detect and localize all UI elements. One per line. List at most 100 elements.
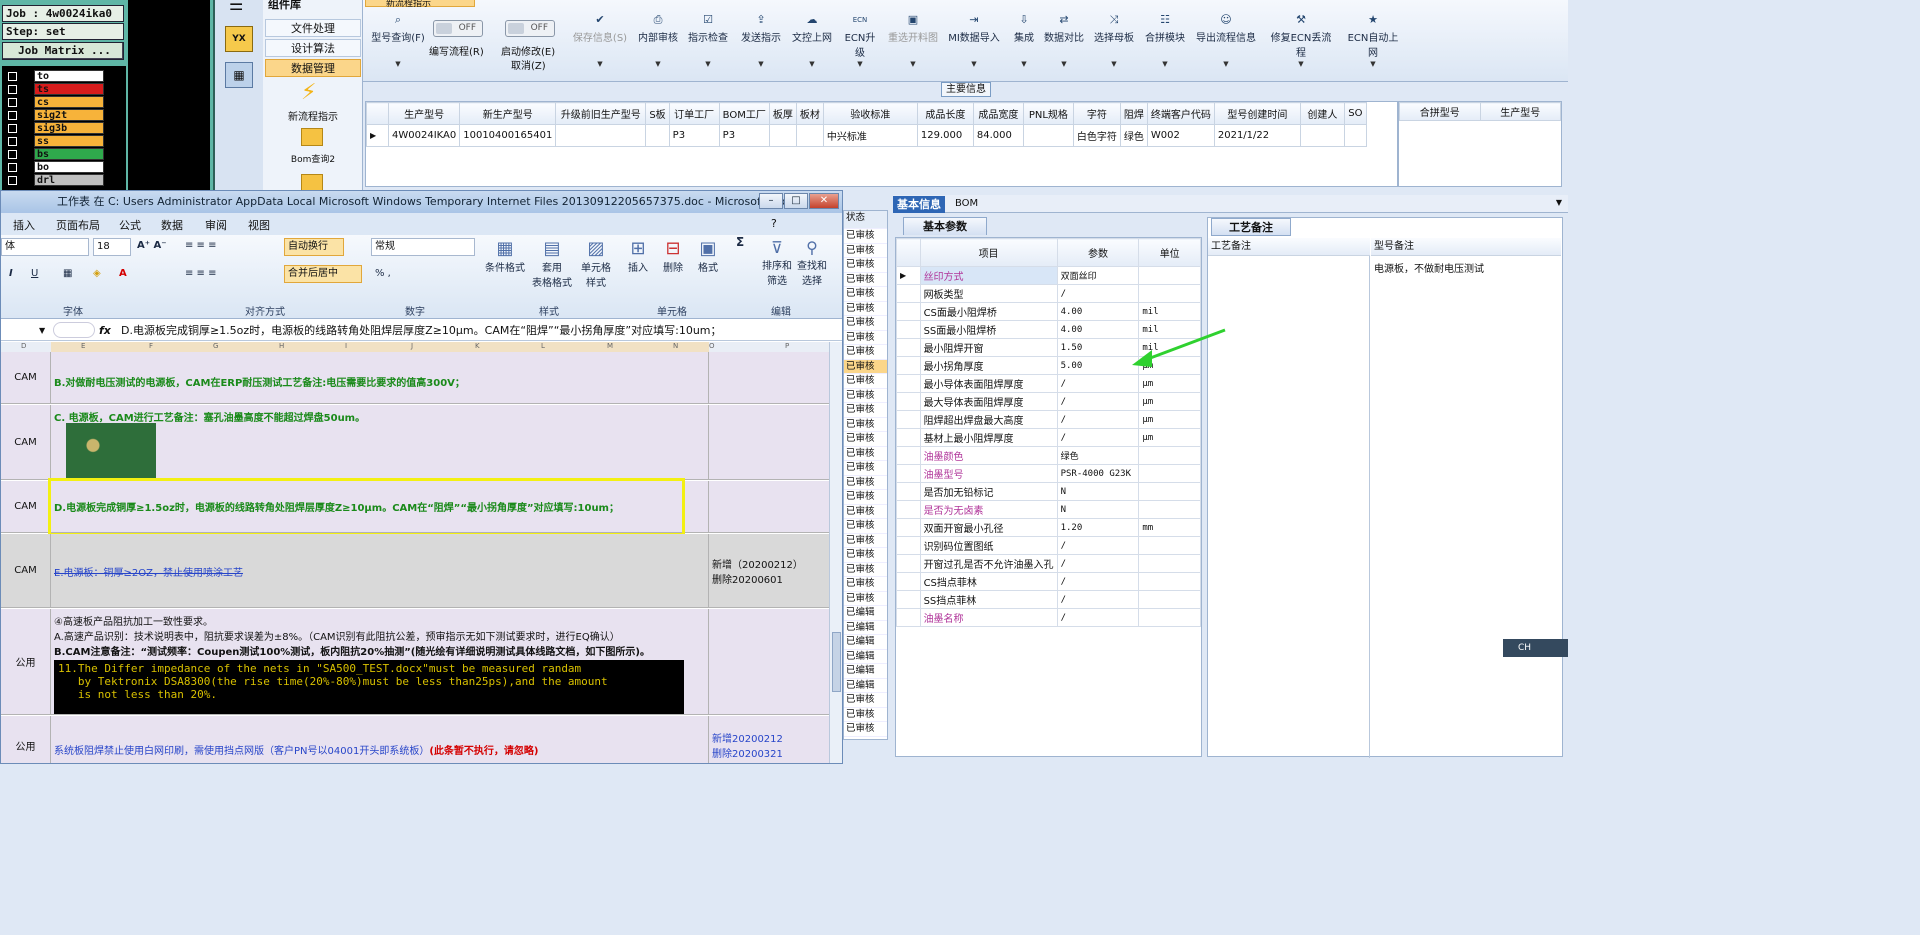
col-header[interactable]: 板材 <box>795 102 824 125</box>
param-unit[interactable]: μm <box>1138 428 1201 447</box>
search-button[interactable]: ⌕ 型号查询(F) ▼ <box>368 14 428 69</box>
smile-button[interactable]: ☺ 导出流程信息 ▼ <box>1193 14 1259 69</box>
status-item[interactable]: 已审核 <box>844 722 887 737</box>
table-row[interactable]: 油墨型号 PSR-4000 G23K <box>896 464 1201 483</box>
status-item[interactable]: 已审核 <box>844 302 887 316</box>
wrench-button[interactable]: ⚒ 修复ECN丢流程 ▼ <box>1266 14 1336 69</box>
layer-name[interactable]: to <box>34 70 104 82</box>
param-name[interactable]: SS挡点菲林 <box>919 590 1058 609</box>
chevron-down-icon[interactable]: ▼ <box>1298 60 1303 68</box>
layer-name[interactable]: bs <box>34 148 104 160</box>
column-header[interactable]: M <box>607 342 613 350</box>
cell-text[interactable]: 系统板阻焊禁止使用白网印刷，需使用挡点网版（客户PN号以04001开头即系统板）… <box>52 716 709 763</box>
param-name[interactable]: 丝印方式 <box>919 266 1058 285</box>
fill-color-icon[interactable]: ◈ <box>93 268 101 279</box>
status-item[interactable]: 已审核 <box>844 374 887 389</box>
status-item[interactable]: 已审核 <box>844 359 887 374</box>
grid-cell[interactable] <box>768 124 797 147</box>
number-format-select[interactable]: 常规 <box>371 238 475 256</box>
param-unit[interactable]: μm <box>1138 392 1201 411</box>
cell-owner[interactable]: CAM <box>1 352 51 403</box>
italic-icon[interactable]: I <box>9 268 13 279</box>
status-item[interactable]: 已审核 <box>844 577 887 592</box>
chevron-down-icon[interactable]: ▼ <box>1370 60 1375 68</box>
cell-remark[interactable] <box>710 481 828 532</box>
param-name[interactable]: 油墨颜色 <box>919 446 1058 465</box>
chevron-down-icon[interactable]: ▼ <box>597 60 602 68</box>
check-button[interactable]: ✔ 保存信息(S) ▼ <box>568 14 632 69</box>
layer-name[interactable]: cs <box>34 96 104 108</box>
layer-row[interactable]: sig2t <box>4 109 124 121</box>
image-button[interactable]: ▣ 重选开料图 ▼ <box>886 14 940 69</box>
cell-owner[interactable]: CAM <box>1 405 51 479</box>
col-header[interactable]: 型号备注 <box>1371 238 1561 256</box>
font-name-select[interactable]: 体 <box>1 238 89 256</box>
sum-icon[interactable]: Σ <box>736 235 744 249</box>
cell-text[interactable]: B.对做耐电压测试的电源板，CAM在ERP耐压测试工艺备注:电压需要比要求的值高… <box>52 352 709 403</box>
layer-name[interactable]: sig2t <box>34 109 104 121</box>
status-item[interactable]: 已审核 <box>844 447 887 461</box>
layer-name[interactable]: ts <box>34 83 104 95</box>
status-item[interactable]: 已审核 <box>844 345 887 360</box>
layer-checkbox[interactable] <box>8 176 17 185</box>
param-name[interactable]: 阻焊超出焊盘最大高度 <box>919 410 1058 429</box>
font-size-select[interactable]: 18 <box>93 238 131 256</box>
grid-cell[interactable]: 2021/1/22 <box>1213 124 1301 147</box>
new-flow-item[interactable]: 新流程指示 <box>263 108 363 123</box>
status-item[interactable]: 已审核 <box>844 258 887 273</box>
chevron-down-icon[interactable]: ▼ <box>809 60 814 68</box>
param-unit[interactable]: μm <box>1138 374 1201 393</box>
sheet-row[interactable]: CAM E.电源板：铜厚≥2OZ，禁止使用喷涂工艺 新增（20200212） 删… <box>1 534 829 608</box>
col-header[interactable]: 项目 <box>919 238 1058 267</box>
grid-cell[interactable] <box>1299 124 1345 147</box>
col-header[interactable]: 生产型号 <box>387 102 461 125</box>
layer-checkbox[interactable] <box>8 137 17 146</box>
table-row[interactable]: 是否为无卤素 N <box>896 500 1201 519</box>
tab-insert[interactable]: 插入 <box>13 217 35 233</box>
hamburger-icon[interactable]: ☰ <box>229 0 249 13</box>
status-item[interactable]: 已审核 <box>844 316 887 331</box>
layer-row[interactable]: ss <box>4 135 124 147</box>
bom-query-item[interactable]: Bom查询2 <box>263 152 363 165</box>
param-name[interactable]: 最小阻焊开窗 <box>919 338 1058 357</box>
grow-font-icon[interactable]: A⁺ A⁻ <box>137 240 167 251</box>
table-row[interactable]: 阻焊超出焊盘最大高度 / μm <box>896 410 1201 429</box>
format-cells-button[interactable]: ▣ 格式 <box>693 238 723 274</box>
param-name[interactable]: 是否为无卤素 <box>919 500 1058 519</box>
status-item[interactable]: 已审核 <box>844 244 887 258</box>
status-item[interactable]: 已编辑 <box>844 635 887 650</box>
param-value[interactable]: 双面丝印 <box>1056 266 1140 285</box>
table-row[interactable]: SS挡点菲林 / <box>896 590 1201 609</box>
model-note-value[interactable]: 电源板，不做耐电压测试 <box>1374 260 1484 275</box>
tab-basic-params[interactable]: 基本参数 <box>903 217 987 235</box>
table-row[interactable]: ▶ 4W0024IKA0 10010400165401 P3 P3 中兴标准 129.000… <box>366 124 1367 147</box>
tab-new-flow[interactable]: 新流程指示 <box>365 0 475 9</box>
grid-cell[interactable]: 129.000 <box>916 124 974 147</box>
layer-checkbox[interactable] <box>8 98 17 107</box>
toggle-switch[interactable]: OFF <box>433 20 483 37</box>
grid-cell[interactable]: W002 <box>1146 124 1215 147</box>
grid-cell[interactable] <box>645 124 670 147</box>
layer-row[interactable]: sig3b <box>4 122 124 134</box>
sheet-row[interactable]: CAM B.对做耐电压测试的电源板，CAM在ERP耐压测试工艺备注:电压需要比要… <box>1 352 829 404</box>
status-item[interactable]: 已审核 <box>844 693 887 708</box>
param-name[interactable]: 网板类型 <box>919 284 1058 303</box>
col-header[interactable]: 升级前旧生产型号 <box>555 102 647 125</box>
layer-name[interactable]: sig3b <box>34 122 104 134</box>
font-color-icon[interactable]: A <box>119 268 127 279</box>
table-row[interactable]: CS挡点菲林 / <box>896 572 1201 591</box>
status-item[interactable]: 已审核 <box>844 461 887 476</box>
column-header[interactable]: J <box>411 342 413 350</box>
col-header[interactable]: 验收标准 <box>822 102 918 125</box>
ecn-button[interactable]: ECN ECN升级 ▼ <box>840 14 880 68</box>
col-header[interactable]: 型号创建时间 <box>1213 102 1301 125</box>
col-header[interactable]: S板 <box>645 102 670 125</box>
param-unit[interactable] <box>1138 266 1201 285</box>
status-item[interactable]: 已审核 <box>844 548 887 563</box>
column-header[interactable]: E <box>81 342 85 350</box>
column-header[interactable]: O <box>709 342 715 350</box>
folder-icon[interactable] <box>301 128 323 146</box>
cell-remark[interactable]: 新增20200212 删除20200321 恢复20201109 <box>710 716 828 763</box>
param-name[interactable]: CS挡点菲林 <box>919 572 1058 591</box>
grid-cell[interactable] <box>1022 124 1074 147</box>
